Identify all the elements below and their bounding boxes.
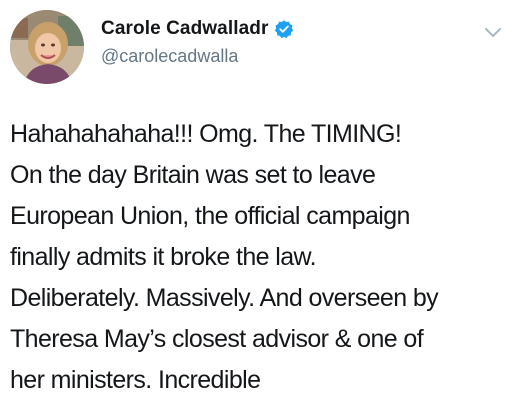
avatar-photo [10, 10, 84, 84]
tweet-text-line: Theresa May’s closest advisor & one of [10, 325, 424, 353]
verified-badge-icon [274, 19, 294, 39]
chevron-down-icon[interactable] [484, 26, 502, 38]
tweet-text-line: Hahahahahaha!!! Omg. The TIMING! [10, 120, 402, 148]
author-display-name[interactable]: Carole Cadwalladr [101, 18, 268, 40]
tweet-text-line: European Union, the official campaign [10, 202, 410, 230]
tweet-text-line: her ministers. Incredible [10, 366, 261, 394]
author-handle[interactable]: @carolecadwalla [101, 46, 238, 67]
tweet-text-line: Deliberately. Massively. And overseen by [10, 284, 439, 312]
tweet-text-line: finally admits it broke the law. [10, 243, 317, 271]
tweet-card: Carole Cadwalladr @carolecadwalla Hahaha… [0, 0, 514, 420]
tweet-text: Hahahahahaha!!! Omg. The TIMING! On the … [10, 114, 508, 401]
author-name-row: Carole Cadwalladr [101, 17, 294, 41]
author-avatar[interactable] [10, 10, 84, 84]
tweet-text-line: On the day Britain was set to leave [10, 161, 376, 189]
